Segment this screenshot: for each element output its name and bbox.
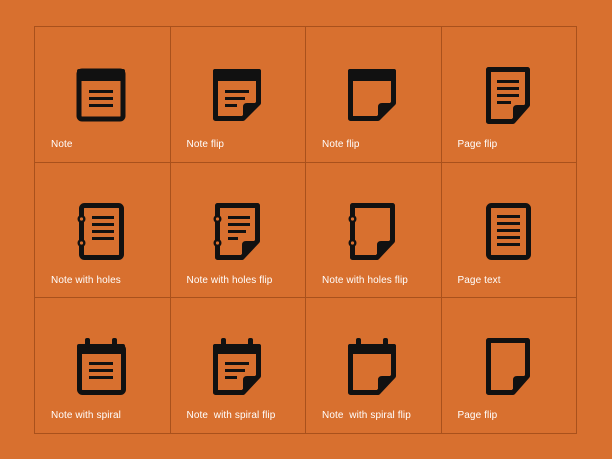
- icon-cell-note-flip-blank: Note flip: [306, 27, 442, 163]
- page-text-icon: [485, 202, 531, 260]
- icon-label: Note with spiral flip: [186, 410, 276, 422]
- icon-label: Note with spiral: [51, 410, 121, 422]
- icon-label: Page flip: [457, 410, 498, 422]
- icon-label: Note flip: [186, 139, 225, 150]
- icon-cell-note-with-holes-flip: Note with holes flip: [170, 162, 306, 299]
- icon-cell-page-flip-blank: Page flip: [441, 298, 577, 434]
- note-icon: [76, 68, 126, 122]
- icon-cell-note-with-spiral-flip: Note with spiral flip: [170, 298, 306, 434]
- icon-cell-note-with-spiral-flip-blank: Note with spiral flip: [306, 298, 442, 434]
- icon-label: Note flip: [322, 139, 360, 150]
- icon-cell-page-text: Page text: [441, 162, 577, 299]
- note-flip-icon: [212, 69, 261, 121]
- note-flip-icon: [348, 69, 396, 121]
- note-with-spiral-icon: [77, 338, 126, 396]
- icon-sheet: Note Note flip Note flip Page flip Note …: [0, 0, 612, 459]
- icon-cell-note-with-holes-flip-blank: Note with holes flip: [306, 162, 442, 299]
- icon-cell-page-flip: Page flip: [441, 27, 577, 163]
- icon-label: Note with holes flip: [186, 274, 273, 286]
- icon-label: Page flip: [457, 139, 498, 150]
- note-with-spiral-flip-icon: [348, 338, 396, 396]
- icon-label: Note with spiral flip: [322, 410, 411, 422]
- icon-cell-note-with-holes: Note with holes: [35, 162, 171, 299]
- note-with-holes-icon: [77, 202, 124, 260]
- icon-cell-note-with-spiral: Note with spiral: [35, 298, 171, 434]
- icon-cell-note: Note: [35, 27, 171, 163]
- note-with-holes-flip-icon: [213, 202, 260, 260]
- icon-label: Note with holes: [51, 274, 121, 286]
- page-flip-icon: [485, 67, 530, 124]
- icon-grid: Note Note flip Note flip Page flip Note …: [34, 26, 577, 434]
- page-flip-icon: [485, 338, 530, 396]
- icon-cell-note-flip: Note flip: [170, 27, 306, 163]
- note-with-spiral-flip-icon: [212, 338, 261, 396]
- icon-label: Page text: [457, 274, 501, 286]
- note-with-holes-flip-icon: [348, 202, 395, 260]
- icon-label: Note: [51, 139, 73, 150]
- icon-label: Note with holes flip: [322, 274, 408, 286]
